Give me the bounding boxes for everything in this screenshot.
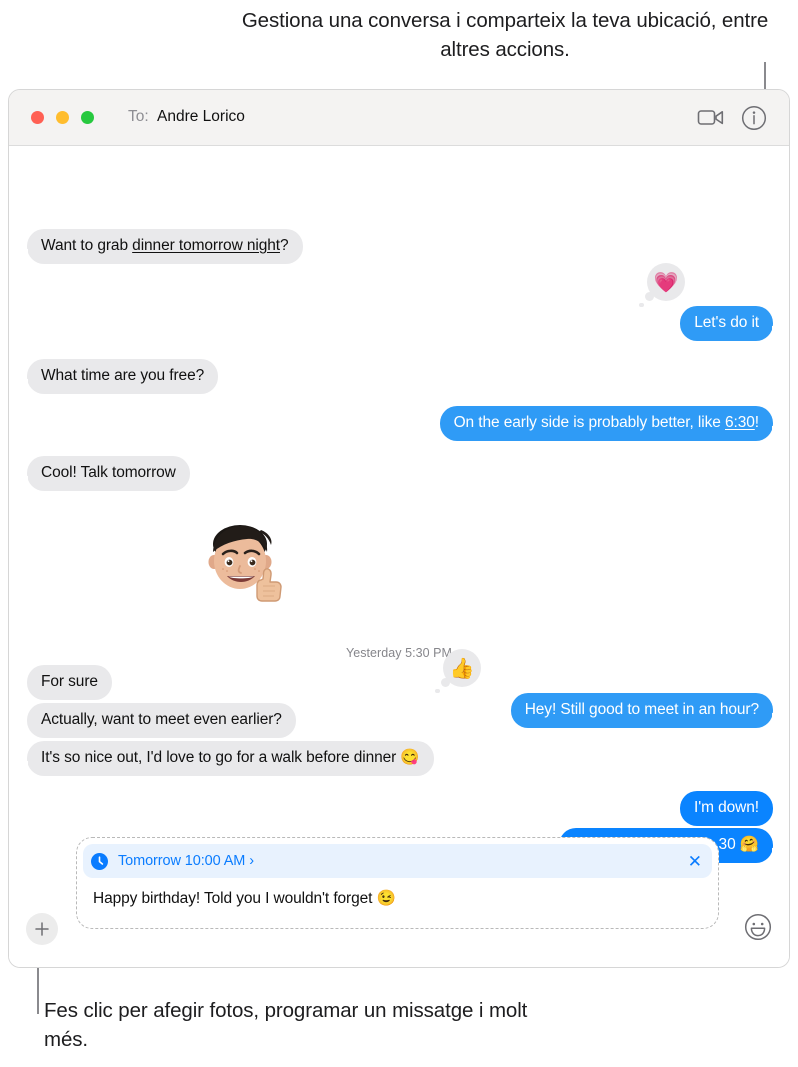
message-row-incoming: Want to grab dinner tomorrow night? bbox=[17, 229, 303, 264]
message-link[interactable]: 6:30 bbox=[725, 414, 755, 431]
message-composer: Tomorrow 10:00 AM › ✕ Happy birthday! To… bbox=[9, 837, 789, 967]
message-row-incoming: Actually, want to meet even earlier? bbox=[27, 703, 296, 738]
recipient-field[interactable]: Andre Lorico bbox=[157, 108, 245, 126]
message-link[interactable]: dinner tomorrow night bbox=[132, 237, 280, 254]
chevron-right-icon[interactable]: › bbox=[249, 853, 254, 869]
messages-window: To: Andre Lorico Want to grab dinner tom… bbox=[8, 89, 790, 968]
scheduled-send-banner[interactable]: Tomorrow 10:00 AM › ✕ bbox=[83, 844, 712, 878]
message-text-suffix: ! bbox=[754, 414, 759, 431]
thumbs-up-reaction[interactable]: 👍 bbox=[435, 649, 481, 693]
plus-icon bbox=[35, 922, 49, 936]
message-row-incoming: Cool! Talk tomorrow bbox=[17, 456, 190, 491]
message-bubble[interactable]: What time are you free? bbox=[16, 359, 219, 394]
message-input-area[interactable]: Tomorrow 10:00 AM › ✕ Happy birthday! To… bbox=[76, 837, 719, 929]
maximize-window-button[interactable] bbox=[81, 111, 94, 124]
smiley-face-icon[interactable] bbox=[744, 913, 772, 941]
callout-bottom-leader-line bbox=[37, 962, 39, 1014]
video-camera-icon[interactable] bbox=[697, 106, 725, 130]
message-row-incoming: For sure bbox=[27, 665, 112, 700]
message-row-outgoing: On the early side is probably better, li… bbox=[439, 406, 784, 441]
message-row-outgoing: I'm down! bbox=[680, 791, 773, 826]
message-row-incoming: What time are you free? bbox=[16, 359, 219, 394]
message-bubble[interactable]: It's so nice out, I'd love to go for a w… bbox=[17, 741, 434, 776]
clock-icon bbox=[91, 852, 108, 870]
reaction-emoji: 💗 bbox=[653, 271, 679, 294]
message-draft-text[interactable]: Happy birthday! Told you I wouldn't forg… bbox=[83, 889, 712, 908]
memoji-thumbs-up-sticker[interactable] bbox=[195, 518, 287, 610]
info-circle-icon[interactable] bbox=[741, 105, 767, 131]
message-bubble[interactable]: Hey! Still good to meet in an hour? bbox=[510, 693, 784, 728]
message-bubble[interactable]: For sure bbox=[27, 665, 112, 700]
message-row-outgoing: 👍 Hey! Still good to meet in an hour? bbox=[435, 649, 784, 728]
message-row-incoming: It's so nice out, I'd love to go for a w… bbox=[17, 741, 434, 776]
heart-reaction[interactable]: 💗 bbox=[639, 263, 685, 307]
scheduled-time-label: Tomorrow 10:00 AM bbox=[118, 853, 246, 869]
message-text-suffix: ? bbox=[279, 237, 289, 254]
window-titlebar: To: Andre Lorico bbox=[9, 90, 789, 146]
page-root: Gestiona una conversa i comparteix la te… bbox=[0, 0, 798, 1067]
callout-top-text: Gestiona una conversa i comparteix la te… bbox=[241, 9, 769, 61]
message-bubble[interactable]: I'm down! bbox=[680, 791, 773, 826]
message-text: On the early side is probably better, li… bbox=[453, 414, 725, 431]
message-transcript[interactable]: Want to grab dinner tomorrow night? 💗 Le… bbox=[9, 146, 789, 967]
timestamp-divider: Yesterday 5:30 PM bbox=[345, 646, 452, 660]
close-icon[interactable]: ✕ bbox=[688, 853, 702, 870]
message-bubble[interactable]: Want to grab dinner tomorrow night? bbox=[17, 229, 303, 264]
message-row-outgoing: 💗 Let's do it bbox=[639, 263, 783, 341]
message-text: Want to grab bbox=[41, 237, 133, 254]
close-window-button[interactable] bbox=[31, 111, 44, 124]
minimize-window-button[interactable] bbox=[56, 111, 69, 124]
callout-bottom-text: Fes clic per afegir fotos, programar un … bbox=[44, 999, 528, 1051]
message-bubble[interactable]: Let's do it bbox=[680, 306, 783, 341]
to-label: To: bbox=[128, 108, 149, 125]
add-attachment-button[interactable] bbox=[26, 913, 58, 945]
reaction-emoji: 👍 bbox=[449, 657, 475, 680]
message-bubble[interactable]: On the early side is probably better, li… bbox=[439, 406, 784, 441]
message-bubble[interactable]: Cool! Talk tomorrow bbox=[17, 456, 190, 491]
message-bubble[interactable]: Actually, want to meet even earlier? bbox=[27, 703, 296, 738]
